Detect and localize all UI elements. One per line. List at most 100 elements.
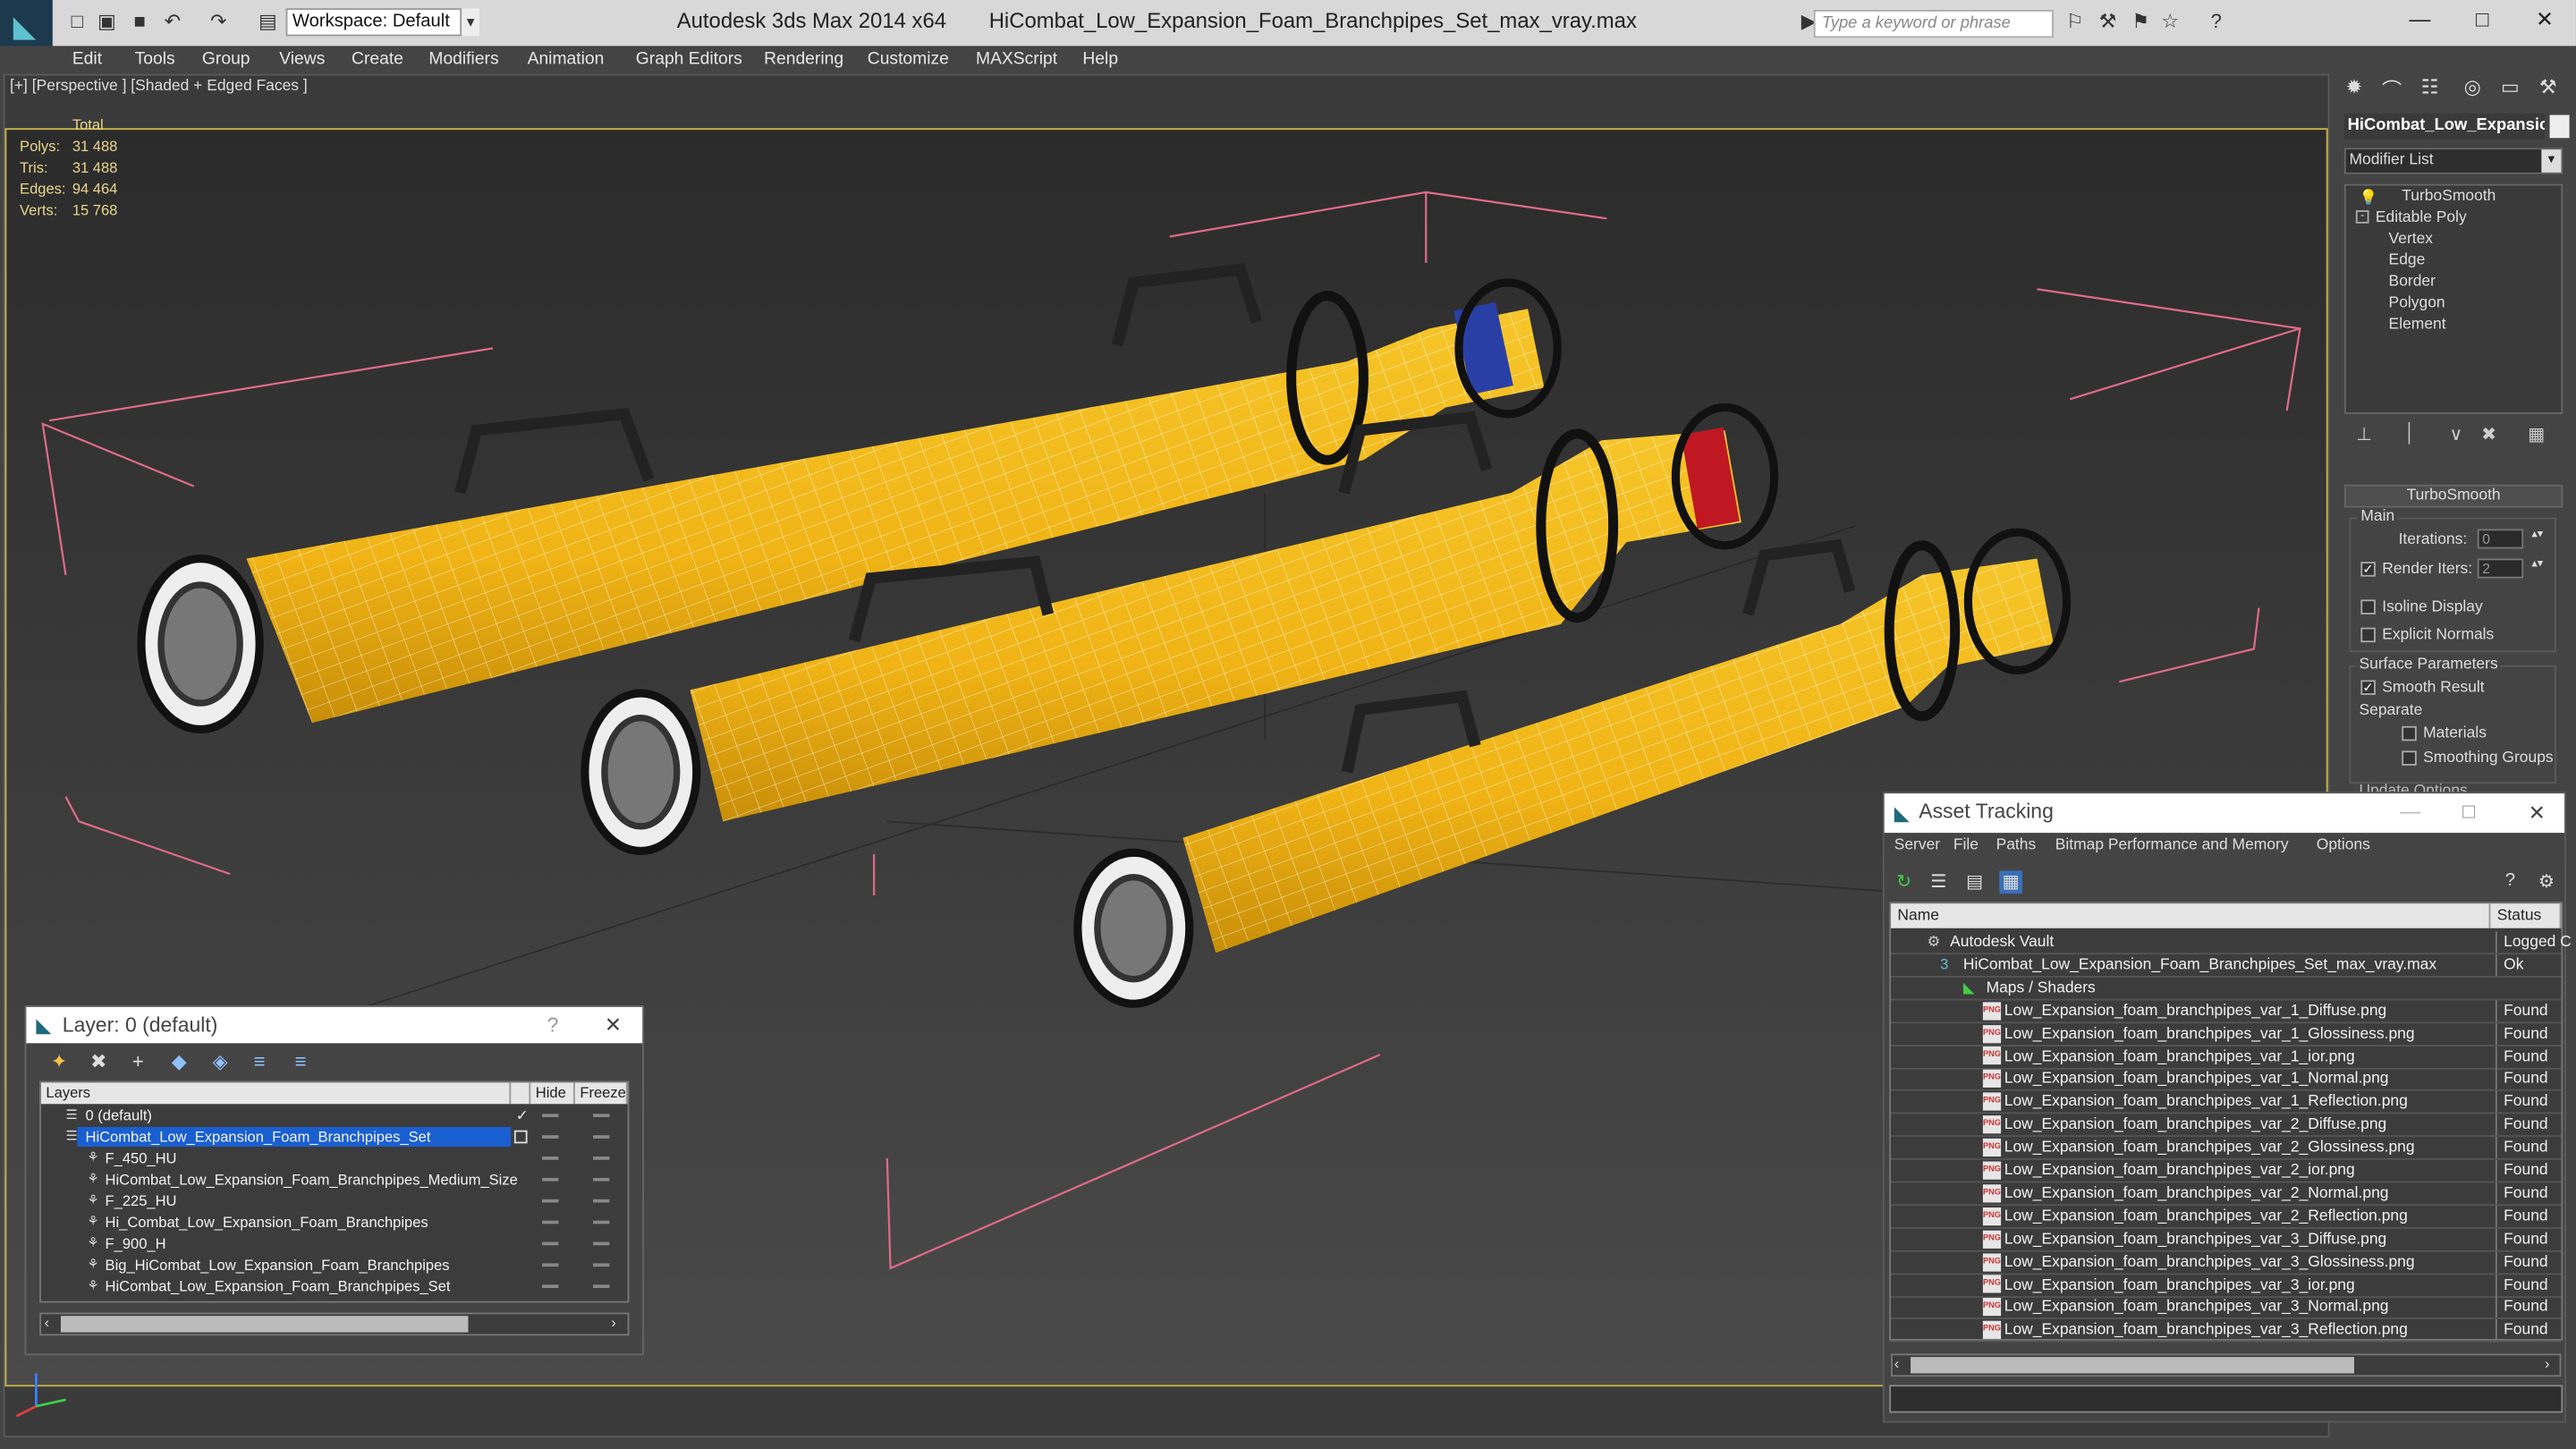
select-layer-objects-icon[interactable]: ◆ bbox=[166, 1050, 192, 1076]
menu-maxscript[interactable]: MAXScript bbox=[976, 46, 1057, 73]
hide-toggle[interactable] bbox=[542, 1220, 559, 1224]
freeze-toggle[interactable] bbox=[593, 1114, 610, 1117]
layer-row[interactable]: ⚘ HiCombat_Low_Expansion_Foam_Branchpipes… bbox=[41, 1170, 628, 1191]
freeze-all-layers-icon[interactable]: ≡ bbox=[287, 1050, 313, 1076]
make-unique-icon[interactable]: ∨ bbox=[2445, 424, 2468, 447]
chevron-down-icon[interactable]: ▼ bbox=[460, 8, 480, 37]
asset-row[interactable]: PNG Low_Expansion_foam_branchpipes_var_2_… bbox=[1891, 1205, 2562, 1229]
remove-modifier-icon[interactable]: ✖ bbox=[2478, 424, 2501, 447]
menu-graph-editors[interactable]: Graph Editors bbox=[636, 46, 742, 73]
layer-row[interactable]: ⚘ F_225_HU bbox=[41, 1191, 628, 1213]
help-icon[interactable]: ? bbox=[2205, 10, 2228, 33]
asset-row[interactable]: PNG Low_Expansion_foam_branchpipes_var_3_… bbox=[1891, 1274, 2562, 1298]
close-button[interactable]: ✕ bbox=[605, 1012, 622, 1037]
asset-row[interactable]: PNG Low_Expansion_foam_branchpipes_var_3_… bbox=[1891, 1296, 2562, 1320]
freeze-toggle[interactable] bbox=[593, 1199, 610, 1203]
search-input[interactable]: Type a keyword or phrase bbox=[1813, 10, 2054, 38]
workspace-dropdown[interactable]: Workspace: Default bbox=[285, 8, 480, 37]
asset-row[interactable]: 3 HiCombat_Low_Expansion_Foam_Branchpipes… bbox=[1891, 953, 2562, 978]
stack-item-polygon[interactable]: Polygon bbox=[2389, 294, 2445, 312]
scroll-right-icon[interactable]: › bbox=[2545, 1355, 2550, 1371]
maximize-button[interactable]: □ bbox=[2462, 800, 2475, 823]
spinner-arrows-icon[interactable]: ▴▾ bbox=[2531, 528, 2543, 540]
asset-row[interactable]: PNG Low_Expansion_foam_branchpipes_var_2_… bbox=[1891, 1182, 2562, 1206]
materials-checkbox[interactable] bbox=[2402, 725, 2417, 741]
menu-create[interactable]: Create bbox=[352, 46, 403, 73]
collapse-icon[interactable]: - bbox=[2355, 210, 2369, 224]
app-logo-icon[interactable]: ◣ bbox=[0, 0, 53, 53]
asset-row[interactable]: PNG Low_Expansion_foam_branchpipes_var_1_… bbox=[1891, 1046, 2562, 1069]
stack-item-vertex[interactable]: Vertex bbox=[2389, 230, 2433, 248]
modify-tab-icon[interactable]: ⌒ bbox=[2377, 75, 2407, 102]
asset-menu-options[interactable]: Options bbox=[2317, 836, 2370, 854]
hide-toggle[interactable] bbox=[542, 1284, 559, 1288]
asset-col-name[interactable]: Name bbox=[1891, 903, 2491, 928]
hide-toggle[interactable] bbox=[542, 1177, 559, 1182]
highlight-layer-icon[interactable]: ◈ bbox=[207, 1050, 233, 1076]
asset-menu-file[interactable]: File bbox=[1953, 836, 1979, 854]
asset-row[interactable]: ◣ Maps / Shaders bbox=[1891, 977, 2562, 1001]
menu-rendering[interactable]: Rendering bbox=[764, 46, 843, 73]
smoothing-groups-checkbox[interactable] bbox=[2402, 750, 2417, 766]
menu-group[interactable]: Group bbox=[202, 46, 250, 73]
stack-item-editable-poly[interactable]: Editable Poly bbox=[2376, 208, 2467, 226]
help-icon[interactable]: ? bbox=[2499, 870, 2522, 894]
layer-row[interactable]: ⚘ Big_HiCombat_Low_Expansion_Foam_Branchp… bbox=[41, 1255, 628, 1276]
show-end-result-icon[interactable]: │ bbox=[2399, 424, 2422, 447]
layer-row[interactable]: ⚘ F_450_HU bbox=[41, 1148, 628, 1170]
layer-col-freeze[interactable]: Freeze bbox=[574, 1082, 628, 1105]
thumbnail-view-icon[interactable]: ▤ bbox=[1963, 870, 1987, 894]
scroll-left-icon[interactable]: ‹ bbox=[45, 1314, 50, 1330]
iterations-spinner[interactable]: 0 bbox=[2477, 529, 2524, 549]
freeze-toggle[interactable] bbox=[593, 1263, 610, 1267]
spinner-arrows-icon[interactable]: ▴▾ bbox=[2531, 557, 2543, 570]
close-button[interactable]: ✕ bbox=[2520, 6, 2569, 36]
layer-col-hide[interactable]: Hide bbox=[530, 1082, 575, 1105]
asset-row[interactable]: PNG Low_Expansion_foam_branchpipes_var_1_… bbox=[1891, 1022, 2562, 1046]
object-color-swatch[interactable] bbox=[2549, 114, 2570, 139]
redo-icon[interactable]: ↷ bbox=[207, 10, 230, 33]
hide-toggle[interactable] bbox=[542, 1135, 559, 1139]
hide-all-layers-icon[interactable]: ≡ bbox=[247, 1050, 273, 1076]
communication-icon[interactable]: ⚑ bbox=[2129, 10, 2152, 33]
asset-row[interactable]: PNG Low_Expansion_foam_branchpipes_var_1_… bbox=[1891, 1068, 2562, 1092]
save-icon[interactable]: ■ bbox=[128, 10, 151, 33]
smooth-result-checkbox[interactable]: ✓ bbox=[2360, 680, 2376, 695]
asset-row[interactable]: PNG Low_Expansion_foam_branchpipes_var_1_… bbox=[1891, 999, 2562, 1023]
configure-sets-icon[interactable]: ▦ bbox=[2525, 424, 2548, 447]
table-view-icon[interactable]: ▦ bbox=[1999, 870, 2022, 894]
render-iters-checkbox[interactable]: ✓ bbox=[2360, 562, 2376, 577]
hide-toggle[interactable] bbox=[542, 1263, 559, 1267]
hierarchy-tab-icon[interactable]: ☷ bbox=[2415, 75, 2445, 101]
chevron-down-icon[interactable]: ▼ bbox=[2541, 149, 2562, 173]
asset-row[interactable]: PNG Low_Expansion_foam_branchpipes_var_2_… bbox=[1891, 1159, 2562, 1183]
asset-row[interactable]: PNG Low_Expansion_foam_branchpipes_var_1_… bbox=[1891, 1091, 2562, 1114]
viewport-label[interactable]: [+] [Perspective ] [Shaded + Edged Faces… bbox=[10, 77, 308, 95]
hide-toggle[interactable] bbox=[542, 1157, 559, 1160]
freeze-toggle[interactable] bbox=[593, 1220, 610, 1224]
close-button[interactable]: ✕ bbox=[2529, 800, 2546, 825]
stack-item-element[interactable]: Element bbox=[2389, 316, 2446, 334]
menu-tools[interactable]: Tools bbox=[135, 46, 175, 73]
turbosmooth-rollout-header[interactable]: TurboSmooth bbox=[2343, 484, 2563, 508]
asset-menu-paths[interactable]: Paths bbox=[1996, 836, 2037, 854]
hide-toggle[interactable] bbox=[542, 1241, 559, 1246]
settings-icon[interactable]: ⚙ bbox=[2535, 870, 2558, 894]
minimize-button[interactable]: — bbox=[2395, 6, 2445, 36]
layer-row[interactable]: ☰ HiCombat_Low_Expansion_Foam_Branchpipes… bbox=[41, 1126, 628, 1148]
open-file-icon[interactable]: ▣ bbox=[96, 10, 119, 33]
minimize-button[interactable]: — bbox=[2400, 800, 2420, 823]
stack-item-border[interactable]: Border bbox=[2389, 273, 2436, 291]
layer-col-layers[interactable]: Layers bbox=[40, 1082, 512, 1105]
asset-row[interactable]: PNG Low_Expansion_foam_branchpipes_var_3_… bbox=[1891, 1228, 2562, 1251]
layer-col-current[interactable] bbox=[511, 1082, 531, 1105]
layer-row[interactable]: ⚘ F_900_H bbox=[41, 1233, 628, 1255]
subscription-icon[interactable]: ⚒ bbox=[2097, 10, 2120, 33]
refresh-icon[interactable]: ↻ bbox=[1893, 870, 1916, 894]
hide-toggle[interactable] bbox=[542, 1114, 559, 1117]
scroll-left-icon[interactable]: ‹ bbox=[1894, 1355, 1900, 1371]
new-file-icon[interactable]: □ bbox=[65, 10, 89, 33]
undo-icon[interactable]: ↶ bbox=[161, 10, 184, 33]
new-layer-icon[interactable]: ✦ bbox=[46, 1050, 72, 1076]
layer-row[interactable]: ⚘ Hi_Combat_Low_Expansion_Foam_Branchpipe… bbox=[41, 1212, 628, 1233]
